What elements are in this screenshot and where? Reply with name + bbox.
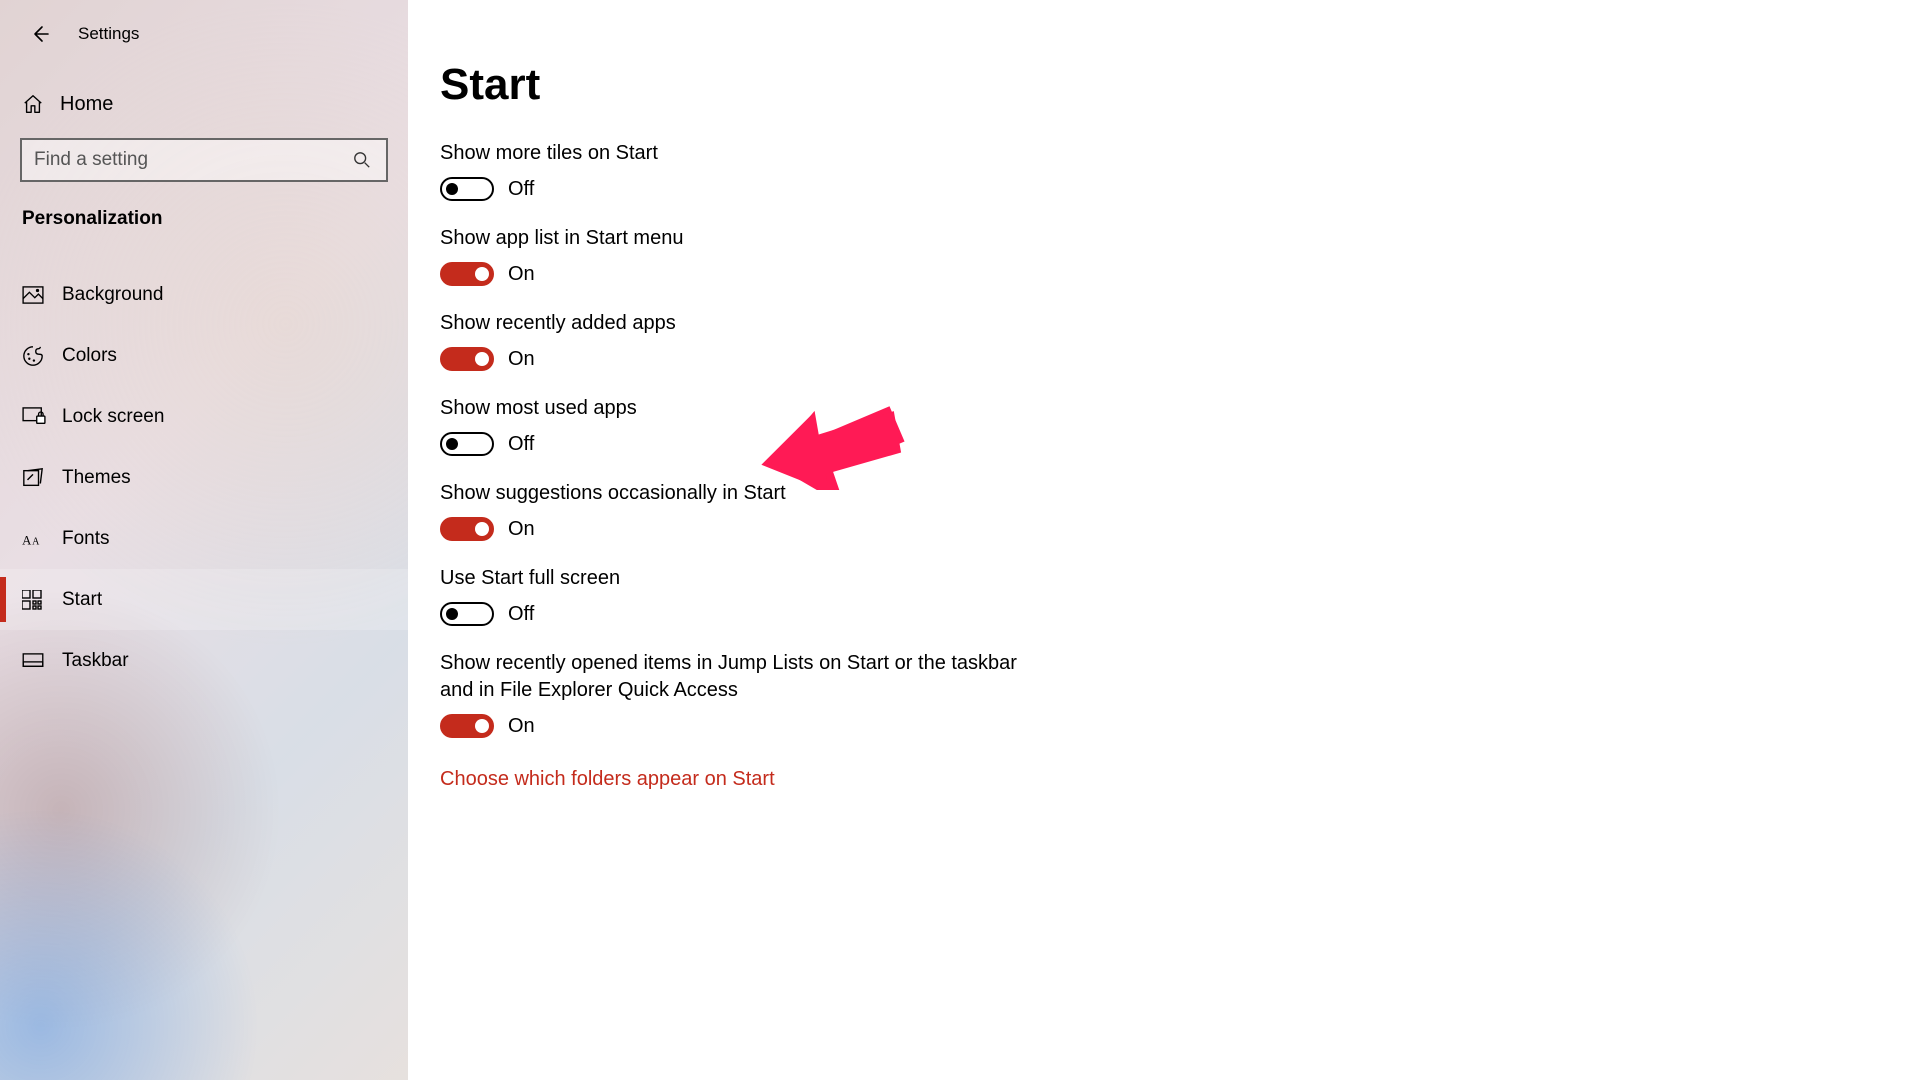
section-title: Personalization bbox=[0, 182, 408, 240]
palette-icon bbox=[22, 345, 44, 367]
sidebar-item-taskbar[interactable]: Taskbar bbox=[0, 630, 408, 691]
toggle-state-label: Off bbox=[508, 433, 534, 456]
toggle-switch[interactable] bbox=[440, 602, 494, 626]
taskbar-icon bbox=[22, 653, 44, 669]
setting-label: Show most used apps bbox=[440, 395, 1020, 422]
start-icon bbox=[22, 590, 42, 610]
setting-label: Show suggestions occasionally in Start bbox=[440, 480, 1020, 507]
setting-item: Show suggestions occasionally in Start On bbox=[440, 480, 1458, 541]
toggle-state-label: On bbox=[508, 715, 535, 738]
themes-icon bbox=[22, 467, 44, 489]
sidebar-item-start[interactable]: Start bbox=[0, 569, 408, 630]
setting-label: Show recently opened items in Jump Lists… bbox=[440, 650, 1020, 704]
main-content: Start Show more tiles on Start Off Show ap… bbox=[408, 0, 1458, 1080]
sidebar-item-background[interactable]: Background bbox=[0, 264, 408, 325]
search-input[interactable] bbox=[34, 149, 350, 171]
setting-item: Show recently opened items in Jump Lists… bbox=[440, 650, 1458, 738]
setting-label: Use Start full screen bbox=[440, 565, 1020, 592]
toggle-switch[interactable] bbox=[440, 517, 494, 541]
toggle-state-label: On bbox=[508, 348, 535, 371]
sidebar-item-label: Background bbox=[62, 284, 163, 306]
toggle-state-label: Off bbox=[508, 603, 534, 626]
back-button[interactable] bbox=[20, 14, 60, 54]
setting-label: Show more tiles on Start bbox=[440, 140, 1020, 167]
sidebar-item-label: Taskbar bbox=[62, 650, 129, 672]
picture-icon bbox=[22, 286, 44, 304]
toggle-state-label: On bbox=[508, 518, 535, 541]
toggle-state-label: On bbox=[508, 263, 535, 286]
sidebar-item-fonts[interactable]: AA Fonts bbox=[0, 508, 408, 569]
sidebar-item-label: Lock screen bbox=[62, 406, 164, 428]
setting-item: Show recently added apps On bbox=[440, 310, 1458, 371]
toggle-state-label: Off bbox=[508, 178, 534, 201]
toggle-switch[interactable] bbox=[440, 347, 494, 371]
sidebar: Settings Home Personalization Background… bbox=[0, 0, 408, 1080]
app-title: Settings bbox=[78, 24, 139, 44]
home-label: Home bbox=[60, 93, 113, 116]
home-nav[interactable]: Home bbox=[0, 76, 408, 132]
toggle-switch[interactable] bbox=[440, 177, 494, 201]
svg-text:A: A bbox=[32, 536, 40, 547]
setting-item: Show most used apps Off bbox=[440, 395, 1458, 456]
sidebar-item-label: Colors bbox=[62, 345, 117, 367]
setting-label: Show recently added apps bbox=[440, 310, 1020, 337]
nav-list: Background Colors Lock screen Themes AA … bbox=[0, 264, 408, 691]
setting-item: Show more tiles on Start Off bbox=[440, 140, 1458, 201]
toggle-switch[interactable] bbox=[440, 714, 494, 738]
sidebar-item-colors[interactable]: Colors bbox=[0, 325, 408, 386]
titlebar: Settings bbox=[0, 10, 408, 58]
toggle-switch[interactable] bbox=[440, 262, 494, 286]
sidebar-item-label: Start bbox=[62, 589, 102, 611]
toggle-switch[interactable] bbox=[440, 432, 494, 456]
sidebar-item-lock-screen[interactable]: Lock screen bbox=[0, 386, 408, 447]
setting-item: Use Start full screen Off bbox=[440, 565, 1458, 626]
page-title: Start bbox=[440, 60, 1458, 110]
lockscreen-icon bbox=[22, 407, 46, 427]
svg-text:A: A bbox=[22, 533, 32, 547]
sidebar-item-label: Themes bbox=[62, 467, 131, 489]
back-arrow-icon bbox=[30, 24, 50, 44]
fonts-icon: AA bbox=[22, 529, 46, 549]
choose-folders-link[interactable]: Choose which folders appear on Start bbox=[440, 768, 775, 791]
search-icon bbox=[353, 151, 371, 169]
sidebar-item-themes[interactable]: Themes bbox=[0, 447, 408, 508]
home-icon bbox=[22, 93, 44, 115]
setting-label: Show app list in Start menu bbox=[440, 225, 1020, 252]
sidebar-item-label: Fonts bbox=[62, 528, 110, 550]
setting-item: Show app list in Start menu On bbox=[440, 225, 1458, 286]
search-box[interactable] bbox=[20, 138, 388, 182]
